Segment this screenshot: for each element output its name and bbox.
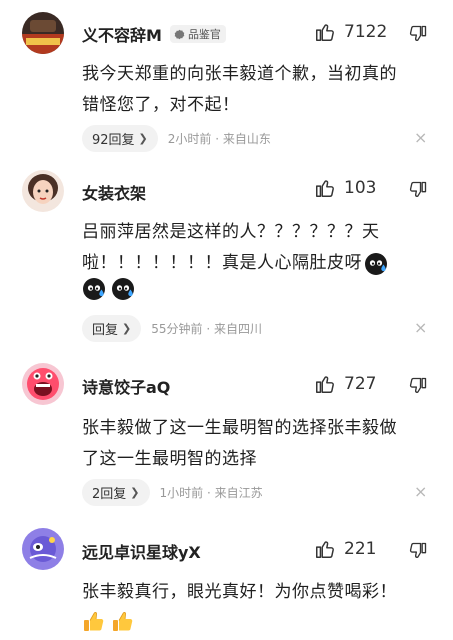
reply-label: 92回复 bbox=[92, 133, 135, 148]
dislike-button[interactable] bbox=[408, 24, 428, 44]
thumbs-up-outline-icon bbox=[314, 538, 336, 560]
thumbs-up-outline-icon bbox=[314, 21, 336, 43]
like-count: 221 bbox=[344, 539, 377, 559]
reply-button[interactable]: 回复 ❯ bbox=[82, 315, 142, 342]
like-count: 727 bbox=[344, 374, 377, 394]
comment-text-line: 错怪您了，对不起！ bbox=[82, 95, 240, 115]
badge: 品鉴官 bbox=[169, 25, 226, 43]
reply-label: 2回复 bbox=[92, 487, 127, 502]
comment-meta: 55分钟前 · 来自四川 bbox=[151, 322, 262, 336]
comment-text: 张丰毅真行，眼光真好！为你点赞喝彩！ bbox=[82, 577, 432, 608]
emoji-row bbox=[82, 610, 135, 634]
comment-text: 张丰毅做了这一生最明智的选择张丰毅做 了这一生最明智的选择 bbox=[82, 413, 432, 475]
avatar[interactable] bbox=[22, 12, 64, 54]
thumbs-down-outline-icon bbox=[408, 376, 428, 396]
thumbs-up-emoji bbox=[111, 610, 135, 634]
thumbs-up-outline-icon bbox=[314, 177, 336, 199]
avatar[interactable] bbox=[22, 363, 64, 405]
chevron-right-icon: ❯ bbox=[122, 322, 132, 335]
comment-text-line: 我今天郑重的向张丰毅道个歉，当初真的 bbox=[82, 64, 397, 84]
chevron-right-icon: ❯ bbox=[130, 486, 140, 499]
like-button[interactable]: 103 bbox=[314, 177, 376, 199]
reply-label: 回复 bbox=[92, 323, 119, 338]
username[interactable]: 远见卓识星球yX bbox=[82, 539, 201, 563]
comment-meta: 2小时前 · 来自山东 bbox=[167, 132, 271, 146]
comment-text-line: 啦！！！！！！！真是人心隔肚皮呀 bbox=[82, 253, 362, 273]
sweat-face-emoji bbox=[111, 277, 135, 301]
comment-text-line: 了这一生最明智的选择 bbox=[82, 449, 257, 469]
username[interactable]: 诗意饺子aQ bbox=[82, 374, 170, 398]
username[interactable]: 女装衣架 bbox=[82, 180, 146, 204]
thumbs-up-outline-icon bbox=[314, 373, 336, 395]
thumbs-down-outline-icon bbox=[408, 24, 428, 44]
comment-text: 吕丽萍居然是这样的人？？？？？？天 啦！！！！！！！真是人心隔肚皮呀 bbox=[82, 217, 432, 279]
avatar[interactable] bbox=[22, 170, 64, 212]
comment-text-line: 吕丽萍居然是这样的人？？？？？？天 bbox=[82, 222, 380, 242]
like-button[interactable]: 727 bbox=[314, 373, 376, 395]
dislike-button[interactable] bbox=[408, 376, 428, 396]
sweat-face-emoji bbox=[82, 277, 106, 301]
badge-icon bbox=[174, 29, 185, 39]
comment-meta: 1小时前 · 来自江苏 bbox=[159, 486, 263, 500]
thumbs-down-outline-icon bbox=[408, 180, 428, 200]
like-count: 103 bbox=[344, 178, 377, 198]
close-icon[interactable]: × bbox=[414, 318, 427, 337]
comment-text-line: 张丰毅做了这一生最明智的选择张丰毅做 bbox=[82, 418, 397, 438]
close-icon[interactable]: × bbox=[414, 482, 427, 501]
comment-text: 我今天郑重的向张丰毅道个歉，当初真的 错怪您了，对不起！ bbox=[82, 59, 432, 121]
thumbs-down-outline-icon bbox=[408, 541, 428, 561]
thumbs-up-emoji bbox=[82, 610, 106, 634]
comment-text-line: 张丰毅真行，眼光真好！为你点赞喝彩！ bbox=[82, 582, 397, 602]
like-count: 7122 bbox=[344, 22, 388, 42]
reply-button[interactable]: 2回复 ❯ bbox=[82, 479, 150, 506]
dislike-button[interactable] bbox=[408, 541, 428, 561]
emoji-row bbox=[82, 277, 135, 301]
like-button[interactable]: 221 bbox=[314, 538, 376, 560]
reply-button[interactable]: 92回复 ❯ bbox=[82, 125, 158, 152]
chevron-right-icon: ❯ bbox=[138, 132, 148, 145]
badge-label: 品鉴官 bbox=[187, 28, 221, 41]
like-button[interactable]: 7122 bbox=[314, 21, 387, 43]
sweat-face-emoji bbox=[364, 252, 388, 276]
close-icon[interactable]: × bbox=[414, 128, 427, 147]
dislike-button[interactable] bbox=[408, 180, 428, 200]
avatar[interactable] bbox=[22, 528, 64, 570]
username[interactable]: 义不容辞M bbox=[82, 22, 162, 46]
